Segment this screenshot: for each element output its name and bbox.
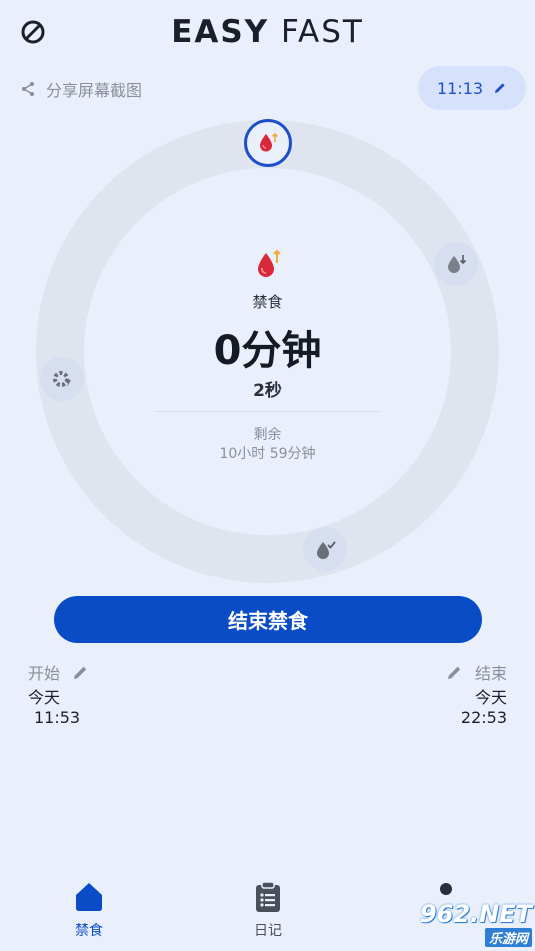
blood-sugar-rise-icon — [260, 132, 279, 152]
start-edit[interactable]: 开始 — [28, 660, 89, 684]
divider — [155, 411, 380, 412]
end-day: 今天 — [474, 688, 507, 707]
clipboard-icon — [256, 881, 280, 912]
elapsed-seconds: 2秒 — [253, 381, 282, 401]
blood-sugar-fall-icon — [448, 255, 467, 273]
app-title-light: FAST — [281, 14, 364, 50]
stage-blood-sugar-fall[interactable] — [434, 242, 478, 286]
site-watermark: 962.NET 乐游网 — [396, 899, 532, 947]
remaining-label: 剩余 — [253, 427, 282, 443]
app-title: EASY FAST — [0, 14, 535, 50]
edit-pencil-icon — [447, 666, 461, 679]
home-icon — [76, 883, 102, 911]
nav-diary[interactable]: 日记 — [223, 880, 313, 940]
start-label: 开始 — [28, 664, 61, 683]
current-time-chip[interactable]: 11:13 — [418, 66, 526, 110]
end-label: 结束 — [474, 664, 507, 683]
start-time: 11:53 — [34, 708, 81, 727]
elapsed-time: 0分钟 — [213, 328, 322, 374]
autophagy-icon — [317, 541, 336, 559]
share-icon — [22, 82, 34, 96]
stage-blood-sugar-rise[interactable] — [244, 119, 292, 167]
remaining-value: 10小时 59分钟 — [219, 446, 316, 462]
share-label: 分享屏幕截图 — [46, 81, 143, 100]
stage-label: 禁食 — [252, 293, 283, 311]
end-edit[interactable]: 结束 — [446, 660, 507, 684]
edit-pencil-icon — [495, 83, 505, 93]
end-fast-button[interactable]: 结束禁食 — [54, 596, 482, 643]
edit-pencil-icon — [74, 666, 87, 679]
end-time: 22:53 — [460, 708, 507, 727]
app-title-bold: EASY — [171, 14, 270, 50]
start-day: 今天 — [28, 688, 61, 707]
nav-diary-label: 日记 — [254, 923, 282, 939]
blood-sugar-rise-icon — [258, 249, 281, 277]
stage-autophagy[interactable] — [303, 527, 347, 571]
nav-fasting[interactable]: 禁食 — [44, 880, 134, 940]
watermark-top: 962.NET — [419, 899, 532, 928]
watermark-bottom: 乐游网 — [484, 927, 532, 947]
time-chip-label: 11:13 — [436, 78, 484, 98]
share-screenshot-link[interactable]: 分享屏幕截图 — [20, 77, 142, 101]
nav-fasting-label: 禁食 — [75, 923, 103, 939]
